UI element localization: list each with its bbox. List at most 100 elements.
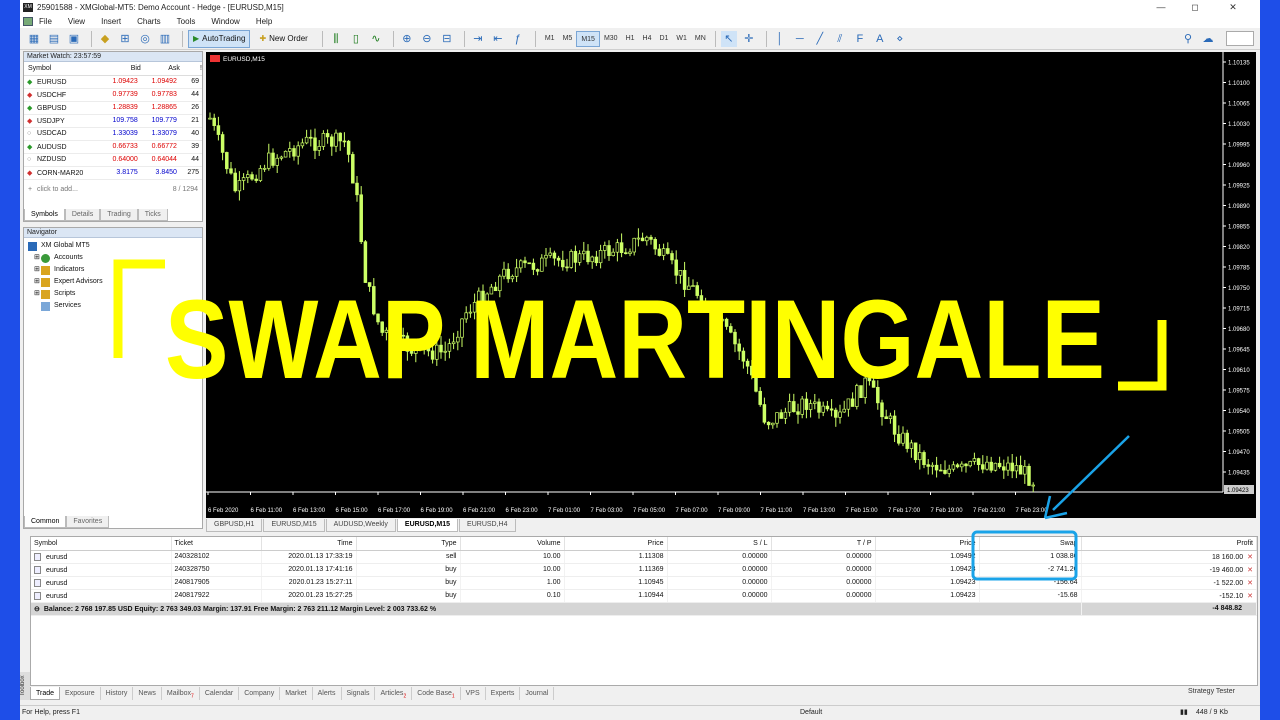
market-watch-row[interactable]: ◆ USDJPY 109.758 109.779 21 <box>24 114 202 128</box>
chart-tab-audusd-weekly[interactable]: AUDUSD,Weekly <box>325 519 396 532</box>
toolbox-tab-journal[interactable]: Journal <box>520 687 555 700</box>
price-chart[interactable]: 1.10135 1.10100 1.10065 1.10030 1.09995 1.099… <box>206 52 1256 518</box>
new-order-button[interactable]: ✚ New Order <box>254 30 312 48</box>
maximize-button[interactable]: ◻ <box>1178 0 1212 14</box>
toolbox-tab-mailbox[interactable]: Mailbox7 <box>162 687 200 700</box>
search-icon[interactable]: ⚲ <box>1180 31 1196 47</box>
column-header-time[interactable]: Time <box>261 537 357 551</box>
save-icon[interactable]: ▣ <box>66 31 82 47</box>
menu-insert[interactable]: Insert <box>101 17 121 26</box>
market-watch-row[interactable]: ◆ GBPUSD 1.28839 1.28865 26 <box>24 101 202 115</box>
toolbox-tab-news[interactable]: News <box>133 687 162 700</box>
column-header-spread[interactable]: ! <box>179 62 202 76</box>
tester-icon[interactable]: ▥ <box>157 31 173 47</box>
column-header-symbol[interactable]: Symbol <box>31 537 172 551</box>
timeframe-h1[interactable]: H1 <box>622 31 639 47</box>
column-header-ticket[interactable]: Ticket <box>171 537 262 551</box>
column-header-symbol[interactable]: Symbol <box>24 62 102 76</box>
tab-common[interactable]: Common <box>24 516 67 528</box>
chart-tab-gbpusd-h1[interactable]: GBPUSD,H1 <box>206 519 263 532</box>
close-position-icon[interactable]: ✕ <box>1247 593 1253 600</box>
column-header-tp[interactable]: T / P <box>771 537 876 551</box>
vertical-line-icon[interactable]: │ <box>772 31 788 47</box>
menu-charts[interactable]: Charts <box>137 17 161 26</box>
market-watch-row[interactable]: ○ USDCAD 1.33039 1.33079 40 <box>24 127 202 141</box>
navigator-item-scripts[interactable]: ⊞ Scripts <box>28 288 202 300</box>
market-watch-row[interactable]: ◆ AUDUSD 0.66733 0.66772 39 <box>24 140 202 154</box>
column-header-volume[interactable]: Volume <box>460 537 565 551</box>
chat-icon[interactable]: ☁ <box>1200 31 1216 47</box>
chart-tab-eurusd-m15[interactable]: EURUSD,M15 <box>263 519 325 532</box>
column-header-sl[interactable]: S / L <box>667 537 772 551</box>
fibonacci-icon[interactable]: F <box>852 31 868 47</box>
zoom-in-icon[interactable]: ⊕ <box>399 31 415 47</box>
trade-row[interactable]: eurusd 240817905 2020.01.23 15:27:11 buy 1.0… <box>31 576 1257 590</box>
toolbox-tab-history[interactable]: History <box>101 687 134 700</box>
tab-ticks[interactable]: Ticks <box>137 209 168 221</box>
crosshair-icon[interactable]: ✛ <box>741 31 757 47</box>
cursor-icon[interactable]: ↖ <box>720 30 737 47</box>
autoscroll-icon[interactable]: ⇥ <box>470 31 486 47</box>
toolbox-tab-code-base[interactable]: Code Base1 <box>412 687 461 700</box>
menu-help[interactable]: Help <box>256 17 272 26</box>
navigator-item-services[interactable]: Services <box>28 300 202 312</box>
shapes-icon[interactable]: ⋄ <box>892 31 908 47</box>
channel-icon[interactable]: ⫽ <box>832 31 848 47</box>
close-button[interactable]: ✕ <box>1216 0 1250 14</box>
toolbox-label[interactable]: Toolbox <box>20 672 30 700</box>
profiles-icon[interactable]: ▤ <box>46 31 62 47</box>
bar-chart-icon[interactable]: ⫼ <box>328 31 344 47</box>
market-watch-row[interactable]: ○ NZDUSD 0.64000 0.64044 44 <box>24 153 202 167</box>
timeframe-w1[interactable]: W1 <box>672 31 691 47</box>
tile-windows-icon[interactable]: ⊟ <box>439 31 455 47</box>
minimize-button[interactable]: — <box>1144 0 1178 14</box>
toolbox-tab-signals[interactable]: Signals <box>342 687 376 700</box>
menu-tools[interactable]: Tools <box>177 17 196 26</box>
navigator-item-experts[interactable]: ⊞ Expert Advisors <box>28 276 202 288</box>
tab-favorites[interactable]: Favorites <box>66 516 110 528</box>
data-window-icon[interactable]: ⊞ <box>117 31 133 47</box>
toolbox-tab-exposure[interactable]: Exposure <box>60 687 101 700</box>
toolbox-tab-articles[interactable]: Articles2 <box>375 687 413 700</box>
toolbox-tab-alerts[interactable]: Alerts <box>313 687 342 700</box>
timeframe-d1[interactable]: D1 <box>655 31 672 47</box>
menu-file[interactable]: File <box>39 17 52 26</box>
add-symbol-row[interactable]: + click to add... 8 / 1294 <box>24 183 202 196</box>
timeframe-m30[interactable]: M30 <box>600 31 622 47</box>
toolbox-tab-calendar[interactable]: Calendar <box>200 687 240 700</box>
close-position-icon[interactable]: ✕ <box>1247 567 1253 574</box>
strategy-tester-tab[interactable]: Strategy Tester <box>1188 688 1235 695</box>
timeframe-h4[interactable]: H4 <box>639 31 656 47</box>
tab-details[interactable]: Details <box>64 209 101 221</box>
trade-row[interactable]: eurusd 240328750 2020.01.13 17:41:16 buy 10.… <box>31 563 1257 577</box>
navigator-root[interactable]: XM Global MT5 <box>28 240 202 252</box>
menu-view[interactable]: View <box>68 17 85 26</box>
tab-trading[interactable]: Trading <box>100 209 138 221</box>
chart-shift-icon[interactable]: ⇤ <box>490 31 506 47</box>
timeframe-m5[interactable]: M5 <box>559 31 577 47</box>
toolbox-tab-vps[interactable]: VPS <box>461 687 486 700</box>
new-chart-icon[interactable]: ▦ <box>26 31 42 47</box>
menu-window[interactable]: Window <box>211 17 239 26</box>
chart-tab-eurusd-h4[interactable]: EURUSD,H4 <box>459 519 516 532</box>
timeframe-mn[interactable]: MN <box>691 31 710 47</box>
toolbox-tab-company[interactable]: Company <box>239 687 281 700</box>
signal-icon[interactable]: ◎ <box>137 31 153 47</box>
market-watch-icon[interactable]: ◆ <box>97 31 113 47</box>
column-header-ask[interactable]: Ask <box>140 62 180 76</box>
column-header-swap[interactable]: Swap <box>979 537 1082 551</box>
tab-symbols[interactable]: Symbols <box>24 209 65 221</box>
autotrading-button[interactable]: ▶ AutoTrading <box>188 29 251 48</box>
market-watch-row[interactable]: ◆ EURUSD 1.09423 1.09492 69 <box>24 75 202 89</box>
horizontal-line-icon[interactable]: ─ <box>792 31 808 47</box>
chart-tab-eurusd-m15-active[interactable]: EURUSD,M15 <box>396 519 459 532</box>
navigator-item-indicators[interactable]: ⊞ Indicators <box>28 264 202 276</box>
timeframe-m15[interactable]: M15 <box>576 30 600 47</box>
toolbox-tab-experts[interactable]: Experts <box>486 687 521 700</box>
column-header-current-price[interactable]: Price <box>875 537 980 551</box>
candlestick-icon[interactable]: ▯ <box>348 31 364 47</box>
column-header-type[interactable]: Type <box>356 537 461 551</box>
text-icon[interactable]: A <box>872 31 888 47</box>
column-header-bid[interactable]: Bid <box>101 62 141 76</box>
navigator-item-accounts[interactable]: ⊞ Accounts <box>28 252 202 264</box>
